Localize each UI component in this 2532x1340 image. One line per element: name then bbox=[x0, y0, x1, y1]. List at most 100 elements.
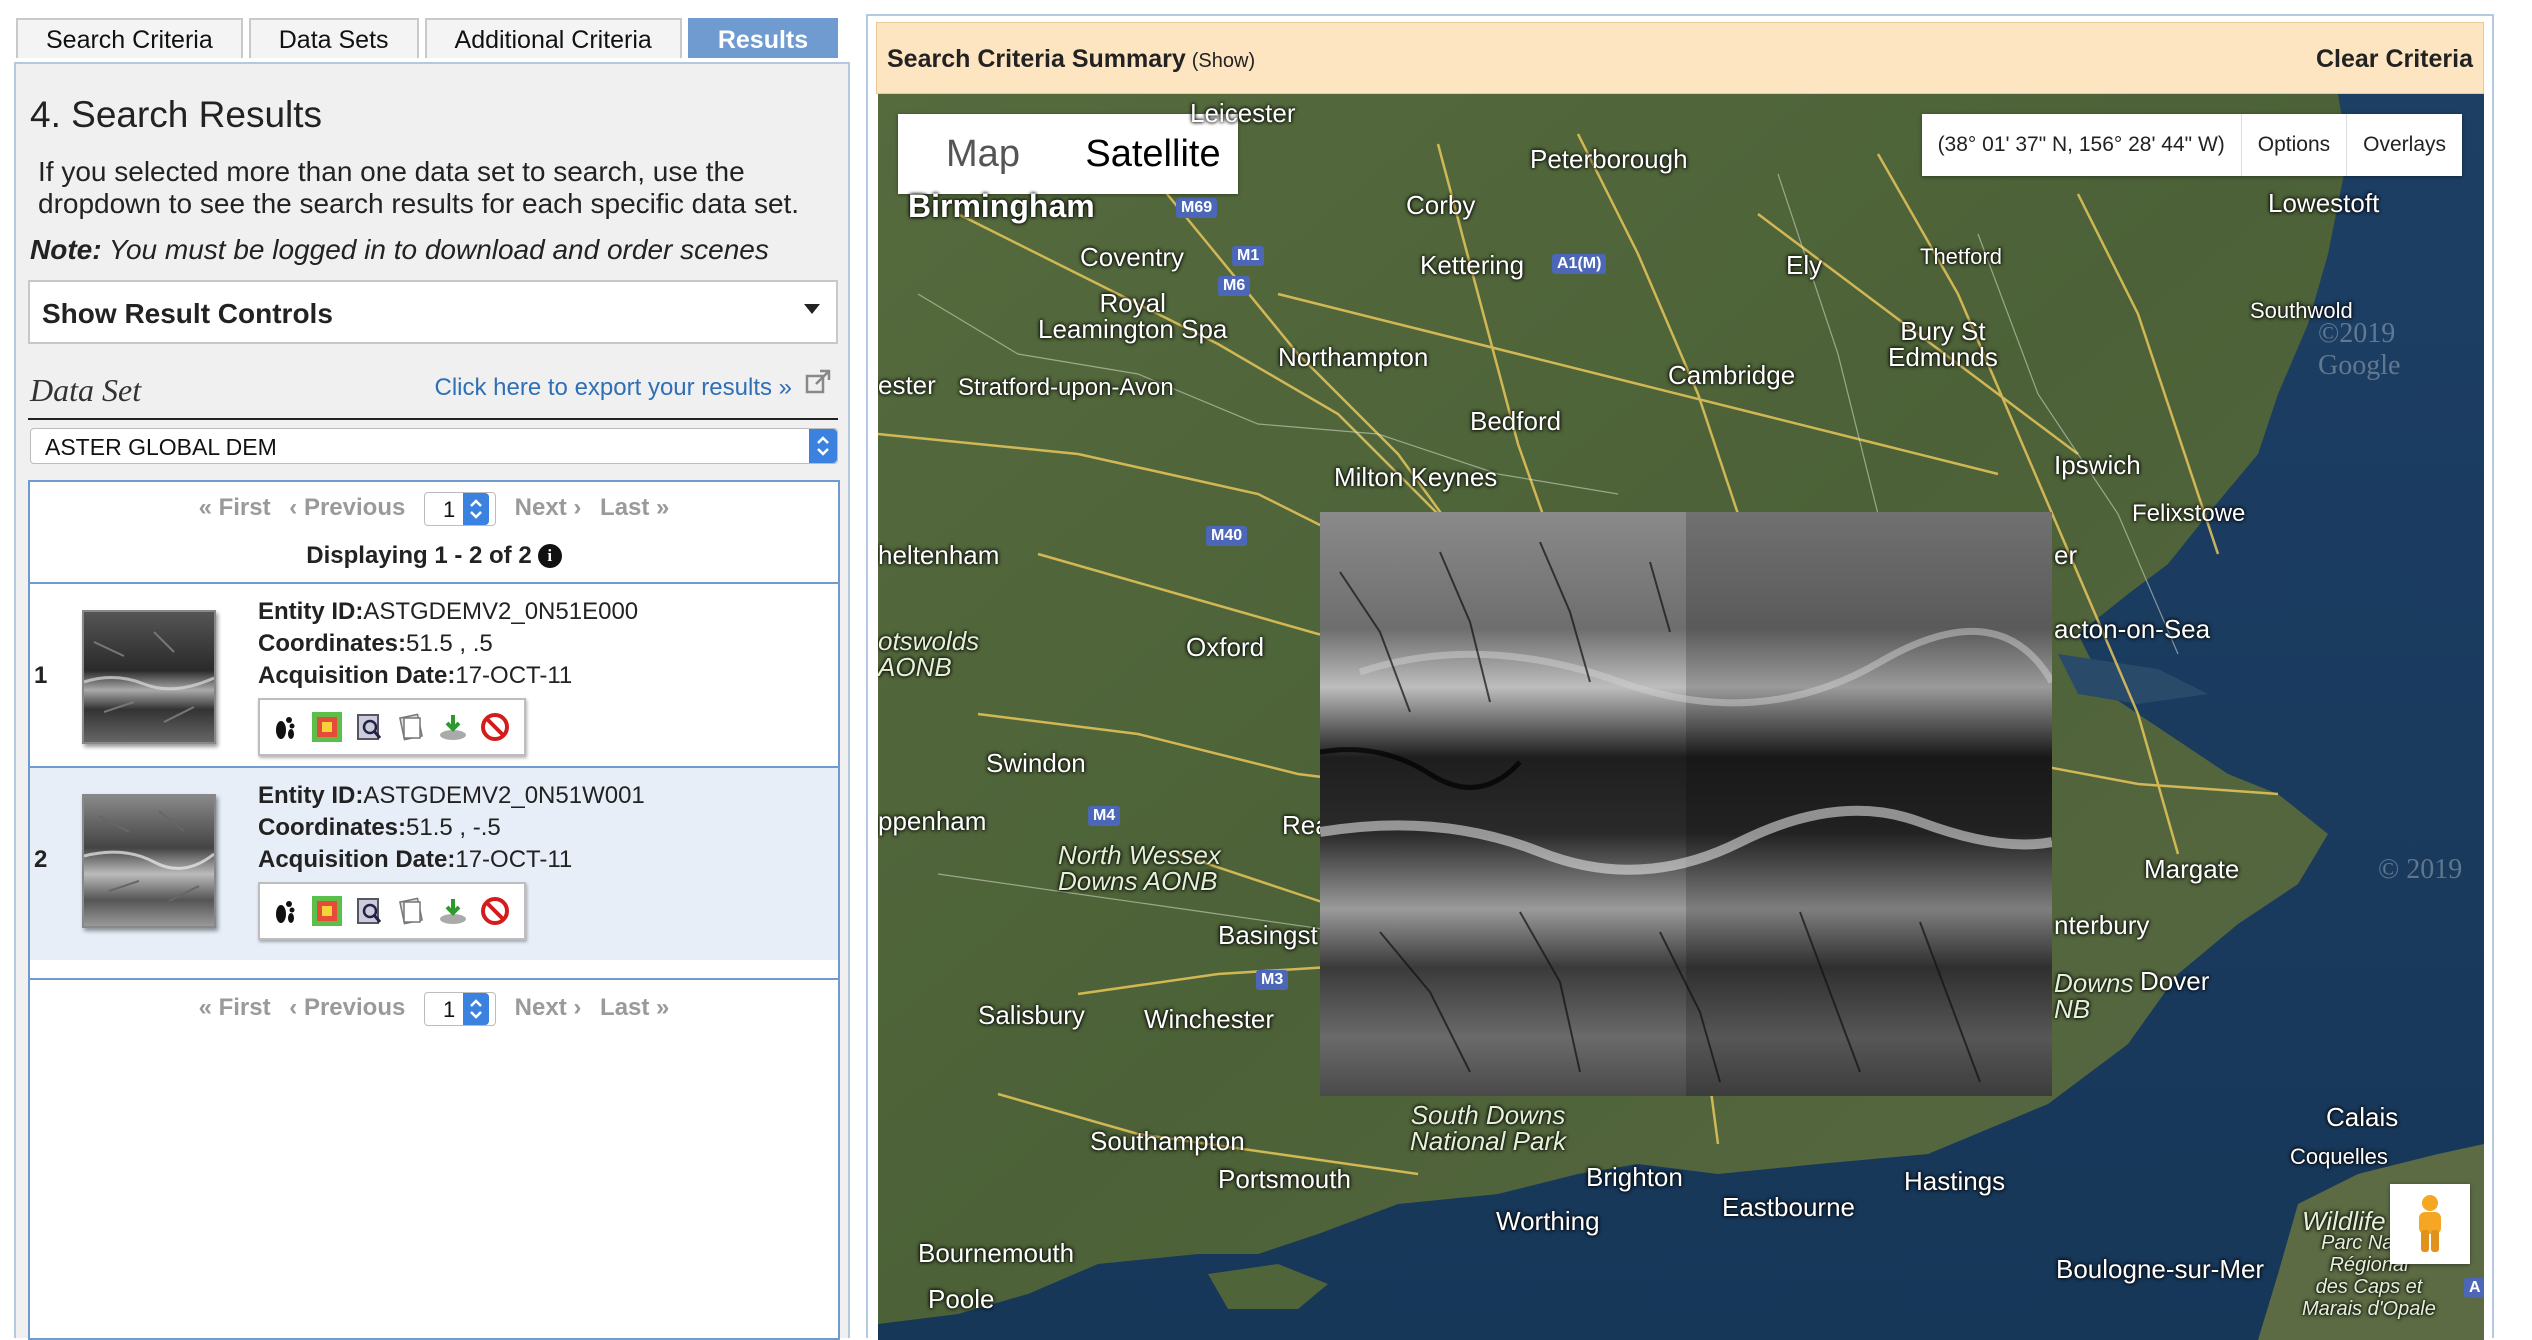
map-options-button[interactable]: Options bbox=[2240, 114, 2346, 176]
export-results-link[interactable]: Click here to export your results » bbox=[435, 374, 792, 402]
clear-criteria-button[interactable]: Clear Criteria bbox=[2316, 45, 2473, 74]
footprint-icon[interactable] bbox=[268, 710, 302, 744]
coordinates-label: Coordinates: bbox=[258, 630, 407, 657]
road-shield: M40 bbox=[1206, 526, 1248, 546]
map-type-map-button[interactable]: Map bbox=[898, 114, 1068, 194]
external-link-icon[interactable] bbox=[804, 368, 832, 396]
place-label: Corby bbox=[1406, 190, 1476, 220]
displaying-count: Displaying 1 - 2 of 2i bbox=[30, 542, 838, 570]
street-view-pegman-icon[interactable] bbox=[2390, 1184, 2470, 1264]
dem-footprint-overlay[interactable] bbox=[1320, 512, 2052, 1096]
place-label: Birmingham bbox=[908, 188, 1095, 224]
row-action-icons bbox=[258, 882, 526, 940]
pager-bottom: « First ‹ Previous 1 Next › Last » bbox=[30, 978, 838, 1026]
results-panel: 4. Search Results If you selected more t… bbox=[14, 62, 850, 1340]
info-icon[interactable]: i bbox=[537, 544, 562, 568]
place-label: Bournemouth bbox=[918, 1238, 1075, 1268]
tab-results[interactable]: Results bbox=[687, 18, 839, 58]
road-shield: A bbox=[2464, 1278, 2484, 1298]
search-criteria-summary-bar: Search Criteria Summary (Show) Clear Crit… bbox=[876, 22, 2484, 94]
road-shield: M4 bbox=[1088, 806, 1121, 826]
road-shield: M6 bbox=[1218, 276, 1251, 296]
satellite-map[interactable]: Map Satellite (38° 01' 37" N, 156° 28' 4… bbox=[878, 94, 2484, 1340]
page-select[interactable]: 1 bbox=[424, 492, 496, 526]
map-watermark: ©2019 Google bbox=[2318, 318, 2401, 381]
data-set-select[interactable]: ASTER GLOBAL DEM bbox=[30, 428, 838, 464]
summary-show-link[interactable]: (Show) bbox=[1192, 50, 1255, 72]
acquisition-date-label: Acquisition Date: bbox=[258, 846, 456, 873]
compare-icon[interactable] bbox=[394, 894, 428, 928]
place-label: Swindon bbox=[986, 748, 1086, 778]
place-label: Brighton bbox=[1586, 1162, 1683, 1192]
table-row: 1 Entity ID:ASTGDEMV2_0N51E000 Coordinat… bbox=[30, 582, 838, 776]
place-label: acton-on-Sea bbox=[2054, 614, 2211, 644]
select-spinner-icon bbox=[809, 429, 837, 463]
entity-id-label: Entity ID: bbox=[258, 782, 364, 809]
metadata-icon[interactable] bbox=[352, 894, 386, 928]
place-label: Bedford bbox=[1470, 406, 1562, 436]
summary-title-text: Search Criteria Summary bbox=[887, 45, 1186, 73]
tab-data-sets[interactable]: Data Sets bbox=[248, 18, 419, 58]
pager-previous-link[interactable]: ‹ Previous bbox=[289, 994, 405, 1021]
browse-overlay-icon[interactable] bbox=[310, 894, 344, 928]
place-label: Portsmouth bbox=[1218, 1164, 1351, 1194]
browse-thumbnail[interactable] bbox=[82, 794, 216, 928]
place-label: Coquelles bbox=[2290, 1144, 2388, 1169]
pager-first-link[interactable]: « First bbox=[199, 494, 271, 521]
map-coordinates-toolbar: (38° 01' 37" N, 156° 28' 44" W) Options … bbox=[1921, 114, 2462, 176]
entity-id-label: Entity ID: bbox=[258, 598, 364, 625]
show-result-controls-toggle[interactable]: Show Result Controls bbox=[28, 280, 838, 344]
row-action-icons bbox=[258, 698, 526, 756]
coordinates-value: 51.5 , -.5 bbox=[406, 814, 501, 841]
browse-overlay-icon[interactable] bbox=[310, 710, 344, 744]
pager-first-link[interactable]: « First bbox=[199, 994, 271, 1021]
road-shield: M69 bbox=[1176, 198, 1218, 218]
entity-id-value: ASTGDEMV2_0N51W001 bbox=[363, 782, 645, 809]
place-label: Eastbourne bbox=[1722, 1192, 1855, 1222]
tab-additional-criteria[interactable]: Additional Criteria bbox=[424, 18, 682, 58]
place-label: ppenham bbox=[878, 806, 987, 836]
acquisition-date-value: 17-OCT-11 bbox=[455, 662, 573, 689]
place-label: Coventry bbox=[1080, 242, 1185, 272]
place-label: Northampton bbox=[1278, 342, 1429, 372]
page-title: 4. Search Results bbox=[30, 94, 323, 135]
place-label: NB bbox=[2054, 994, 2091, 1024]
place-label: Stratford-upon-Avon bbox=[958, 374, 1174, 401]
download-icon[interactable] bbox=[436, 710, 470, 744]
place-label: Salisbury bbox=[978, 1000, 1085, 1030]
place-label: North Wessex Downs AONB bbox=[1058, 840, 1221, 896]
place-label: Southampton bbox=[1090, 1126, 1245, 1156]
place-label: Cambridge bbox=[1668, 360, 1796, 390]
place-label: Leicester bbox=[1190, 98, 1296, 128]
pager-next-link[interactable]: Next › bbox=[515, 494, 582, 521]
displaying-text: Displaying 1 - 2 of 2 bbox=[306, 542, 532, 569]
place-label: heltenham bbox=[878, 540, 1000, 570]
exclude-icon[interactable] bbox=[478, 894, 512, 928]
compare-icon[interactable] bbox=[394, 710, 428, 744]
cursor-coordinates: (38° 01' 37" N, 156° 28' 44" W) bbox=[1937, 133, 2225, 156]
place-label: Basingst bbox=[1218, 920, 1318, 950]
place-label: Kettering bbox=[1420, 250, 1525, 280]
tab-search-criteria[interactable]: Search Criteria bbox=[16, 18, 243, 58]
row-number: 1 bbox=[34, 662, 48, 689]
pager-last-link[interactable]: Last » bbox=[600, 494, 669, 521]
summary-title: Search Criteria Summary (Show) bbox=[887, 45, 1255, 74]
download-icon[interactable] bbox=[436, 894, 470, 928]
browse-thumbnail[interactable] bbox=[82, 610, 216, 744]
pager-last-link[interactable]: Last » bbox=[600, 994, 669, 1021]
place-label: Hastings bbox=[1904, 1166, 2006, 1196]
row-number: 2 bbox=[34, 846, 48, 873]
place-label: South Downs National Park bbox=[1410, 1100, 1567, 1156]
footprint-icon[interactable] bbox=[268, 894, 302, 928]
place-label: Milton Keynes bbox=[1334, 462, 1498, 492]
map-panel: Search Criteria Summary (Show) Clear Crit… bbox=[866, 14, 2494, 1340]
caret-down-icon bbox=[804, 304, 820, 314]
exclude-icon[interactable] bbox=[478, 710, 512, 744]
metadata-icon[interactable] bbox=[352, 710, 386, 744]
map-overlays-button[interactable]: Overlays bbox=[2346, 114, 2462, 176]
pager-previous-link[interactable]: ‹ Previous bbox=[289, 494, 405, 521]
page-select[interactable]: 1 bbox=[424, 992, 496, 1026]
road-shield: A1(M) bbox=[1552, 254, 1607, 274]
pager-next-link[interactable]: Next › bbox=[515, 994, 582, 1021]
coordinates-label: Coordinates: bbox=[258, 814, 407, 841]
